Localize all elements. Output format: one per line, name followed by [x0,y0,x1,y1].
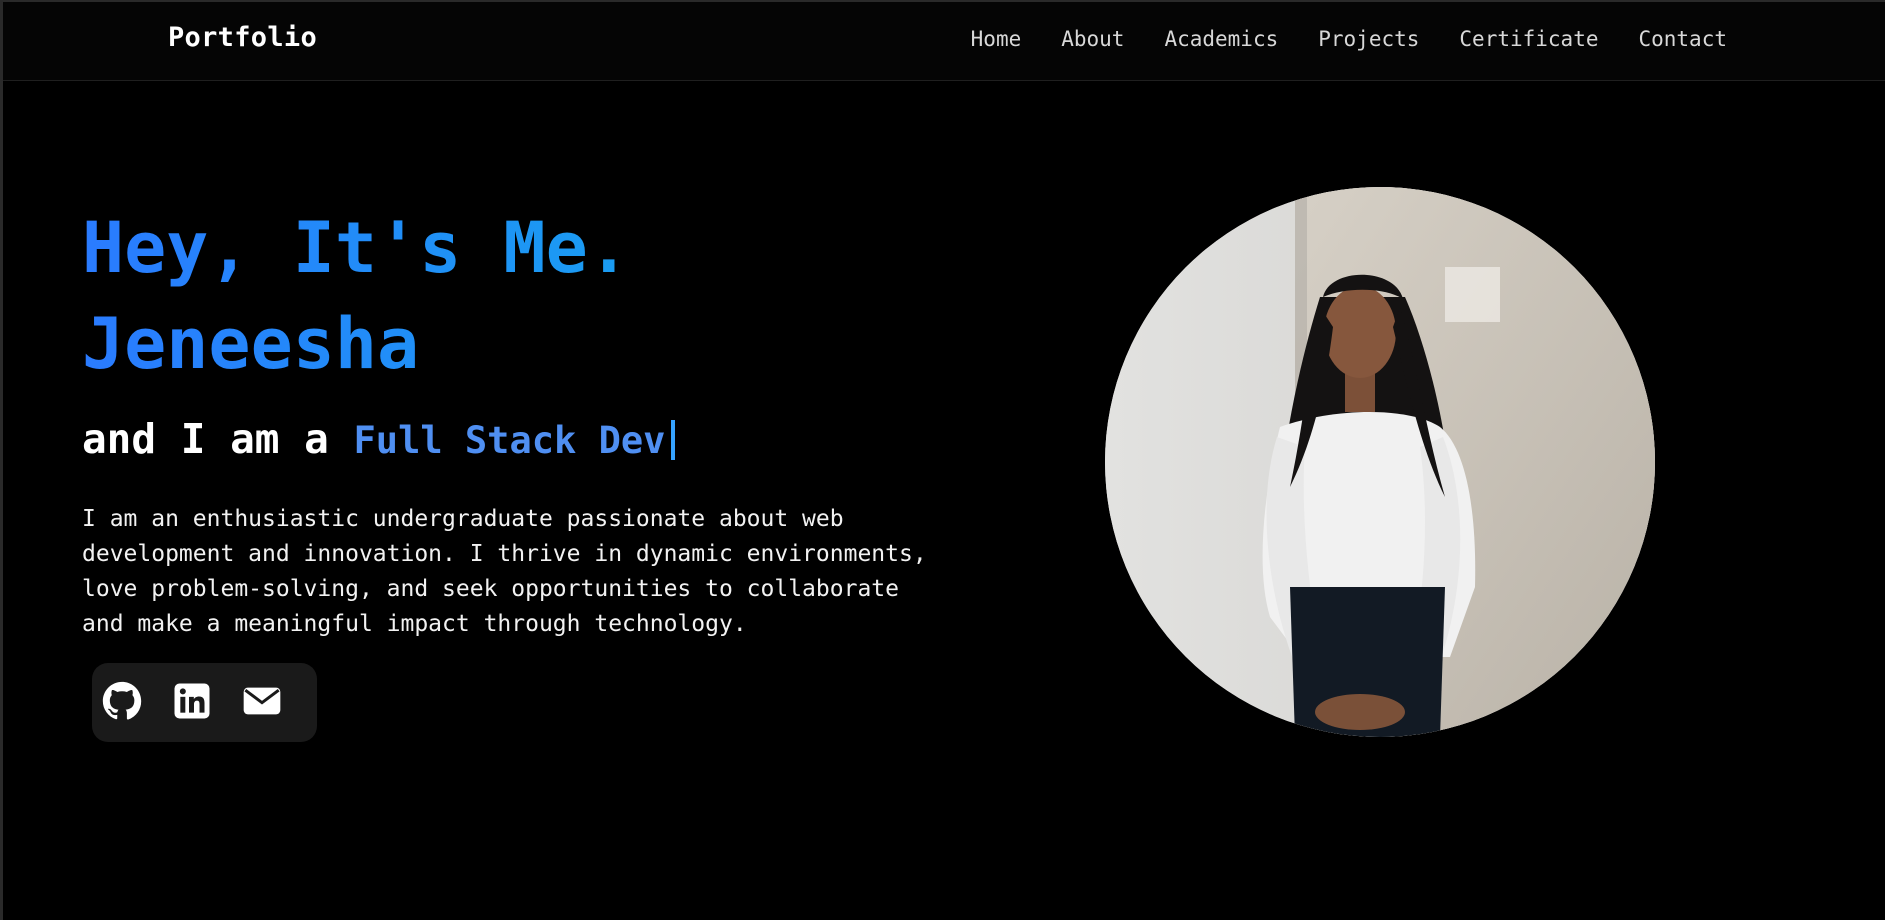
nav-links: Home About Academics Projects Certificat… [971,27,1727,51]
mail-icon [242,681,282,725]
github-icon [102,681,142,725]
typing-cursor [671,420,676,460]
linkedin-icon [172,681,212,725]
nav-academics[interactable]: Academics [1164,27,1278,51]
linkedin-link[interactable] [172,683,212,723]
github-link[interactable] [102,681,142,725]
profile-photo-illustration [1105,187,1655,737]
role-prefix: and I am a [82,415,329,463]
profile-photo [1105,187,1655,737]
brand-logo[interactable]: Portfolio [168,22,317,53]
nav-home[interactable]: Home [971,27,1022,51]
nav-projects[interactable]: Projects [1318,27,1419,51]
nav-contact[interactable]: Contact [1638,27,1727,51]
email-link[interactable] [242,683,282,723]
role-line: and I am a Full Stack Dev [82,414,982,466]
role-typed-text: Full Stack Dev [353,419,666,462]
hero-greeting: Hey, It's Me. [82,200,982,296]
hero-bio: I am an enthusiastic undergraduate passi… [82,506,927,637]
navbar: Portfolio Home About Academics Projects … [0,0,1885,81]
hero-section: Hey, It's Me. Jeneesha and I am a Full S… [82,200,982,665]
social-links [92,663,317,742]
nav-certificate[interactable]: Certificate [1459,27,1598,51]
hero-name: Jeneesha [82,296,982,392]
nav-about[interactable]: About [1061,27,1124,51]
